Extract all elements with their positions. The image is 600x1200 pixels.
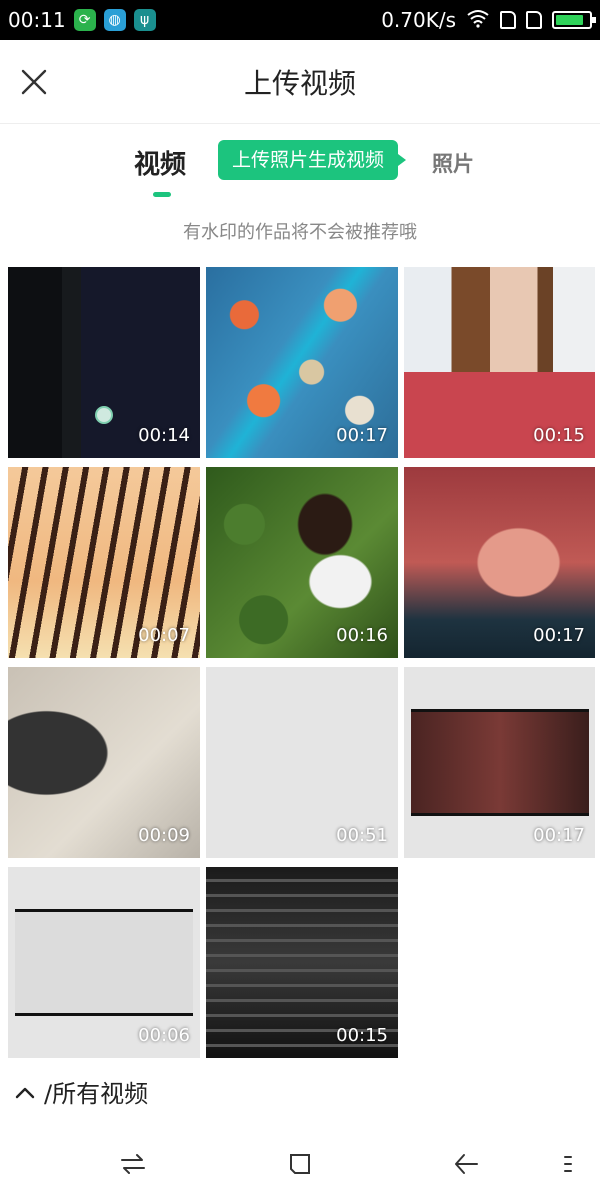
video-duration: 00:15 [336, 1025, 388, 1046]
video-thumbnail[interactable]: 00:16 [206, 467, 398, 658]
square-home-icon [290, 1154, 310, 1174]
battery-level-fill [556, 15, 584, 25]
sim-card-2-icon [526, 11, 542, 29]
video-thumbnail[interactable]: 00:09 [8, 667, 200, 858]
letterbox-frame [411, 709, 589, 816]
media-type-tabs: 视频 上传照片生成视频 照片 [0, 124, 600, 204]
video-thumbnail[interactable]: 00:17 [206, 267, 398, 458]
letterbox-frame [15, 909, 193, 1016]
video-thumbnail[interactable]: 00:06 [8, 867, 200, 1058]
swap-arrows-icon [121, 1154, 145, 1174]
video-thumbnail[interactable]: 00:14 [8, 267, 200, 458]
video-thumbnail[interactable]: 00:15 [206, 867, 398, 1058]
upload-video-page: 00:11 ⟳ ◍ ψ 0.70K/s 上传视频 视频 上传照片生成视频 照片 [0, 0, 600, 1200]
video-grid: 00:14 00:17 00:15 00:07 00:16 00:17 00:0… [8, 267, 595, 1058]
menu-button[interactable] [548, 1144, 588, 1184]
browser-app-icon: ◍ [103, 9, 126, 31]
wifi-icon [466, 8, 490, 33]
switch-apps-button[interactable] [113, 1144, 153, 1184]
back-button[interactable] [446, 1144, 486, 1184]
video-duration: 00:09 [138, 825, 190, 846]
video-thumbnail[interactable]: 00:07 [8, 467, 200, 658]
video-duration: 00:15 [533, 425, 585, 446]
tab-video-indicator [153, 192, 171, 197]
video-duration: 00:07 [138, 625, 190, 646]
status-bar: 00:11 ⟳ ◍ ψ 0.70K/s [0, 0, 600, 40]
recording-dot [95, 406, 113, 424]
tab-photo[interactable]: 照片 [432, 148, 474, 178]
video-duration: 00:17 [336, 425, 388, 446]
sim-card-icon [500, 11, 516, 29]
network-speed: 0.70K/s [381, 8, 456, 32]
video-duration: 00:17 [533, 625, 585, 646]
sync-app-icon: ⟳ [73, 9, 96, 31]
folder-selector[interactable]: /所有视频 [14, 1074, 148, 1109]
tab-video[interactable]: 视频 [134, 144, 186, 181]
photo-to-video-tip[interactable]: 上传照片生成视频 [218, 140, 407, 180]
watermark-notice: 有水印的作品将不会被推荐哦 [183, 222, 417, 243]
video-duration: 00:06 [138, 1025, 190, 1046]
video-duration: 00:17 [533, 825, 585, 846]
home-button[interactable] [280, 1144, 320, 1184]
chevron-up-icon [15, 1087, 35, 1098]
battery-icon [552, 11, 596, 29]
folder-label: /所有视频 [44, 1080, 149, 1108]
video-thumbnail[interactable]: 00:15 [404, 267, 595, 458]
header-bar: 上传视频 [0, 40, 600, 124]
video-duration: 00:51 [336, 825, 388, 846]
page-title: 上传视频 [243, 66, 356, 100]
usb-icon: ψ [133, 9, 156, 31]
video-thumbnail[interactable]: 00:17 [404, 667, 595, 858]
back-arrow-icon [455, 1154, 478, 1174]
video-thumbnail[interactable]: 00:17 [404, 467, 595, 658]
close-icon [21, 69, 47, 95]
status-time: 00:11 [8, 8, 66, 32]
video-duration: 00:14 [138, 425, 190, 446]
video-duration: 00:16 [336, 625, 388, 646]
close-button[interactable] [14, 62, 54, 102]
system-nav-bar [0, 1120, 600, 1200]
video-thumbnail[interactable]: 00:51 [206, 667, 398, 858]
menu-dots-icon [564, 1156, 572, 1172]
